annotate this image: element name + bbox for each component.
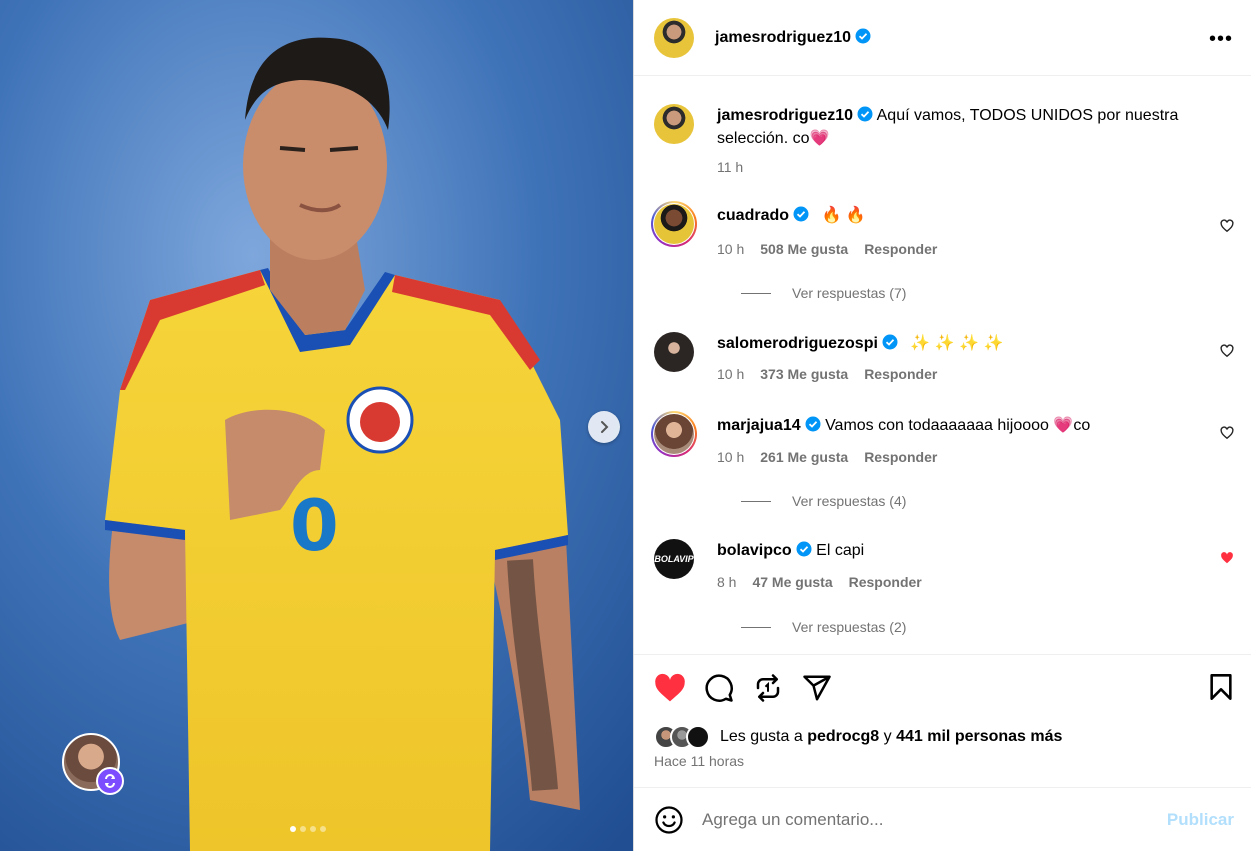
view-replies-button[interactable]: Ver respuestas (4) bbox=[741, 493, 906, 509]
comment-text: salomerodriguezospi ✨ ✨ ✨ ✨ bbox=[717, 332, 1207, 355]
carousel-dot bbox=[290, 826, 296, 832]
comment-text: cuadrado 🔥 🔥 bbox=[717, 204, 1207, 227]
caption-username[interactable]: jamesrodriguez10 bbox=[717, 107, 853, 124]
comment-meta: 10 h 373 Me gusta Responder bbox=[717, 366, 953, 382]
carousel-dot bbox=[310, 826, 316, 832]
story-ring[interactable] bbox=[651, 201, 697, 247]
comments-list[interactable]: jamesrodriguez10 Aquí vamos, TODOS UNIDO… bbox=[634, 76, 1251, 654]
like-comment-icon[interactable] bbox=[1220, 426, 1234, 440]
post-photo: 0 bbox=[0, 0, 633, 851]
save-bookmark-icon[interactable] bbox=[1208, 673, 1234, 701]
verified-badge-icon bbox=[882, 334, 898, 350]
verified-badge-icon bbox=[857, 106, 873, 122]
comment-username[interactable]: cuadrado bbox=[717, 207, 789, 224]
carousel-indicator bbox=[290, 826, 326, 832]
view-replies-button[interactable]: Ver respuestas (7) bbox=[741, 285, 906, 301]
comment-text: bolavipco El capi bbox=[717, 539, 1207, 562]
heart-emoji: 💗 bbox=[809, 130, 830, 147]
reply-button[interactable]: Responder bbox=[864, 449, 937, 465]
carousel-dot bbox=[300, 826, 306, 832]
post-timestamp[interactable]: Hace 11 horas bbox=[654, 753, 744, 769]
author-avatar[interactable] bbox=[654, 104, 694, 144]
comment-username[interactable]: salomerodriguezospi bbox=[717, 335, 878, 352]
next-media-button[interactable] bbox=[588, 411, 620, 443]
comment-username[interactable]: bolavipco bbox=[717, 542, 792, 559]
comment-likes[interactable]: 47 Me gusta bbox=[752, 574, 832, 590]
repost-icon[interactable] bbox=[752, 673, 784, 703]
comment-meta: 8 h 47 Me gusta Responder bbox=[717, 574, 938, 590]
post-media[interactable]: 0 bbox=[0, 0, 633, 851]
reply-button[interactable]: Responder bbox=[849, 574, 922, 590]
liker-avatars bbox=[654, 725, 710, 749]
reply-button[interactable]: Responder bbox=[864, 366, 937, 382]
svg-text:0: 0 bbox=[290, 485, 339, 567]
chevron-right-icon bbox=[601, 421, 609, 433]
carousel-dot bbox=[320, 826, 326, 832]
verified-badge-icon bbox=[855, 28, 871, 44]
remix-icon bbox=[96, 767, 124, 795]
liked-comment-icon[interactable] bbox=[1220, 551, 1234, 565]
post-header: jamesrodriguez10 ••• bbox=[634, 0, 1251, 76]
like-heart-icon[interactable] bbox=[654, 673, 686, 703]
post-actions: Les gusta a pedrocg8 y 441 mil personas … bbox=[634, 654, 1251, 787]
publish-button[interactable]: Publicar bbox=[1167, 810, 1234, 830]
share-icon[interactable] bbox=[801, 673, 833, 703]
verified-badge-icon bbox=[793, 206, 809, 222]
caption-time[interactable]: 11 h bbox=[717, 159, 743, 175]
heart-emoji: 💗 bbox=[1053, 417, 1074, 434]
reply-button[interactable]: Responder bbox=[864, 241, 937, 257]
likes-summary[interactable]: Les gusta a pedrocg8 y 441 mil personas … bbox=[654, 725, 1062, 749]
comment-likes[interactable]: 373 Me gusta bbox=[760, 366, 848, 382]
comment-time[interactable]: 10 h bbox=[717, 449, 744, 465]
comment-time[interactable]: 10 h bbox=[717, 366, 744, 382]
commenter-avatar[interactable]: BOLAVIP bbox=[654, 539, 694, 579]
view-replies-button[interactable]: Ver respuestas (2) bbox=[741, 619, 906, 635]
comment-body: ✨ ✨ ✨ ✨ bbox=[910, 335, 1004, 352]
caption-meta: 11 h bbox=[717, 159, 759, 175]
like-comment-icon[interactable] bbox=[1220, 219, 1234, 233]
comment-composer: Publicar bbox=[634, 787, 1251, 851]
comment-input[interactable] bbox=[702, 809, 1142, 830]
comment-time[interactable]: 8 h bbox=[717, 574, 736, 590]
author-username[interactable]: jamesrodriguez10 bbox=[715, 28, 871, 47]
comment-likes[interactable]: 508 Me gusta bbox=[760, 241, 848, 257]
commenter-avatar[interactable] bbox=[654, 332, 694, 372]
verified-badge-icon bbox=[805, 416, 821, 432]
comment-body: El capi bbox=[816, 542, 865, 559]
comment-text: marjajua14 Vamos con todaaaaaaa hijoooo … bbox=[717, 414, 1207, 437]
comment-time[interactable]: 10 h bbox=[717, 241, 744, 257]
comment-meta: 10 h 261 Me gusta Responder bbox=[717, 449, 953, 465]
verified-badge-icon bbox=[796, 541, 812, 557]
emoji-icon[interactable] bbox=[654, 805, 684, 835]
likes-count[interactable]: 441 mil personas más bbox=[896, 728, 1062, 746]
comment-username[interactable]: marjajua14 bbox=[717, 417, 801, 434]
comment-meta: 10 h 508 Me gusta Responder bbox=[717, 241, 953, 257]
comment-body: 🔥 🔥 bbox=[821, 207, 866, 224]
author-avatar[interactable] bbox=[654, 17, 694, 58]
comment-suffix: co bbox=[1073, 417, 1091, 434]
comment-icon[interactable] bbox=[703, 673, 735, 703]
story-ring[interactable] bbox=[651, 411, 697, 457]
comment-likes[interactable]: 261 Me gusta bbox=[760, 449, 848, 465]
comment-body: Vamos con todaaaaaaa hijoooo bbox=[825, 417, 1049, 434]
like-comment-icon[interactable] bbox=[1220, 344, 1234, 358]
caption-text: jamesrodriguez10 Aquí vamos, TODOS UNIDO… bbox=[717, 104, 1207, 150]
liker-username[interactable]: pedrocg8 bbox=[807, 728, 879, 746]
more-options-button[interactable]: ••• bbox=[1209, 28, 1233, 51]
post-sidebar: jamesrodriguez10 ••• jamesrodriguez10 Aq… bbox=[633, 0, 1251, 851]
